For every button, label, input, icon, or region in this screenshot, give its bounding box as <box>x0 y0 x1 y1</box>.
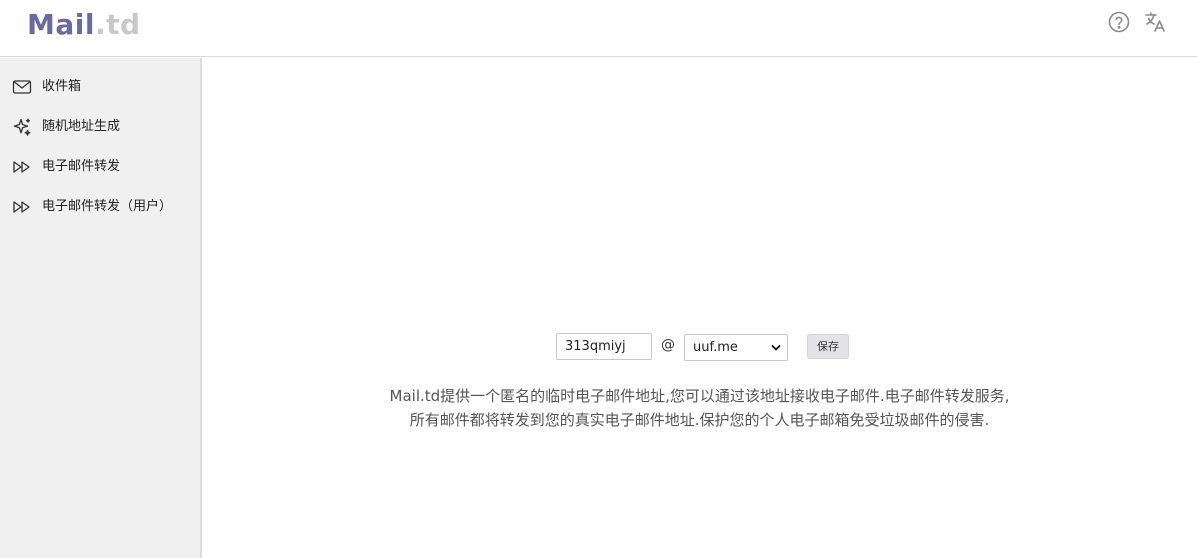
logo[interactable]: Mail.td <box>27 7 141 43</box>
sidebar-item-label: 电子邮件转发 <box>42 159 121 174</box>
sidebar-item-email-forward[interactable]: 电子邮件转发 <box>0 147 200 187</box>
sidebar-item-label: 收件箱 <box>42 79 82 94</box>
save-button[interactable]: 保存 <box>807 334 849 359</box>
top-header: Mail.td <box>0 0 1197 57</box>
forward-icon <box>13 161 30 173</box>
description-line-1: Mail.td提供一个匿名的临时电子邮件地址,您可以通过该地址接收电子邮件.电子… <box>389 387 1010 405</box>
forward-icon <box>13 201 30 213</box>
at-sign: @ <box>661 337 675 353</box>
domain-select[interactable]: uuf.me <box>684 334 788 361</box>
sidebar-item-random-address[interactable]: 随机地址生成 <box>0 107 200 147</box>
description-line-2: 所有邮件都将转发到您的真实电子邮件地址.保护您的个人电子邮箱免受垃圾邮件的侵害. <box>409 411 990 429</box>
mail-icon <box>12 80 32 94</box>
username-input[interactable] <box>556 333 652 360</box>
sidebar-item-label: 电子邮件转发（用户） <box>42 199 173 214</box>
logo-sub-text: .td <box>94 8 141 41</box>
help-circle-icon[interactable] <box>1107 10 1131 34</box>
sidebar-item-inbox[interactable]: 收件箱 <box>0 67 200 107</box>
translate-icon[interactable] <box>1143 10 1167 34</box>
description: Mail.td提供一个匿名的临时电子邮件地址,您可以通过该地址接收电子邮件.电子… <box>202 384 1197 432</box>
main-content: @ uuf.me 保存 Mail.td提供一个匿名的临时电子邮件地址,您可以通过… <box>202 58 1197 558</box>
sidebar-item-email-forward-user[interactable]: 电子邮件转发（用户） <box>0 187 200 227</box>
sidebar: 收件箱 随机地址生成 电子邮件转发 电子邮件转发（用户） <box>0 58 202 558</box>
logo-main-text: Mail <box>27 8 95 41</box>
domain-select-value: uuf.me <box>693 340 738 355</box>
sparkle-icon <box>13 118 31 136</box>
sidebar-item-label: 随机地址生成 <box>42 119 121 134</box>
chevron-down-icon <box>771 345 781 351</box>
